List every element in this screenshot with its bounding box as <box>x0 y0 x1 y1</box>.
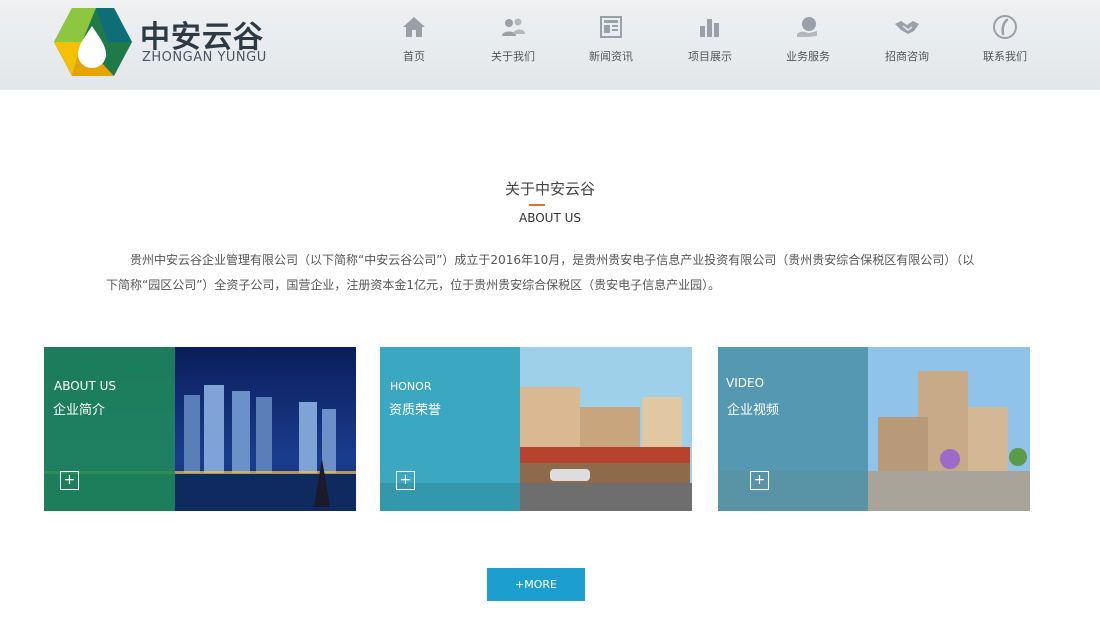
logo[interactable]: 中安云谷 ZHONGAN YUNGU <box>52 6 272 78</box>
title-underline <box>529 204 545 206</box>
nav-label: 新闻资讯 <box>589 50 633 63</box>
section-subtitle: ABOUT US <box>518 211 581 225</box>
card-title-en: VIDEO <box>726 376 765 390</box>
plus-icon[interactable]: + <box>60 471 79 490</box>
nav-label: 项目展示 <box>688 50 732 63</box>
nav-label: 业务服务 <box>786 50 830 63</box>
logo-text-en: ZHONGAN YUNGU <box>142 50 267 65</box>
more-button[interactable]: +MORE <box>487 568 585 601</box>
card-title-en: HONOR <box>390 380 432 393</box>
plus-icon[interactable]: + <box>396 471 415 490</box>
nav-about[interactable]: 关于我们 <box>468 14 558 70</box>
home-icon <box>403 17 425 37</box>
card-title-cn: 企业简介 <box>53 403 106 418</box>
logo-mark-icon <box>54 8 132 76</box>
bar-chart-icon <box>700 19 719 37</box>
card-overlay <box>718 347 868 511</box>
card-title-cn: 资质荣誉 <box>389 403 442 418</box>
plus-icon[interactable]: + <box>750 471 769 490</box>
service-icon <box>797 17 817 37</box>
card-honor[interactable]: HONOR 资质荣誉 + <box>380 347 692 511</box>
nav-news[interactable]: 新闻资讯 <box>566 14 656 70</box>
nav-label: 关于我们 <box>491 50 535 63</box>
nav-contact[interactable]: 联系我们 <box>960 14 1050 70</box>
handshake-icon <box>895 21 919 34</box>
nav-label: 招商咨询 <box>885 50 929 63</box>
card-about[interactable]: ABOUT US 企业简介 + <box>44 347 356 511</box>
users-icon <box>502 18 525 36</box>
card-title-cn: 企业视频 <box>727 403 780 418</box>
intro-paragraph: 贵州中安云谷企业管理有限公司（以下简称“中安云谷公司”）成立于2016年10月，… <box>106 253 975 292</box>
newspaper-icon <box>600 16 622 38</box>
nav-label: 首页 <box>403 50 425 63</box>
nav-label: 联系我们 <box>983 50 1027 63</box>
site-header: 中安云谷 ZHONGAN YUNGU 首页 关于我们 新闻资讯 项目展示 业务服… <box>0 0 1100 90</box>
phone-icon <box>993 15 1017 39</box>
section-title: 关于中安云谷 <box>504 180 595 198</box>
nav-home[interactable]: 首页 <box>369 14 459 70</box>
nav-investment[interactable]: 招商咨询 <box>862 14 952 70</box>
nav-projects[interactable]: 项目展示 <box>665 14 755 70</box>
card-title-en: ABOUT US <box>54 379 117 393</box>
nav-services[interactable]: 业务服务 <box>763 14 853 70</box>
card-video[interactable]: VIDEO 企业视频 + <box>718 347 1030 511</box>
